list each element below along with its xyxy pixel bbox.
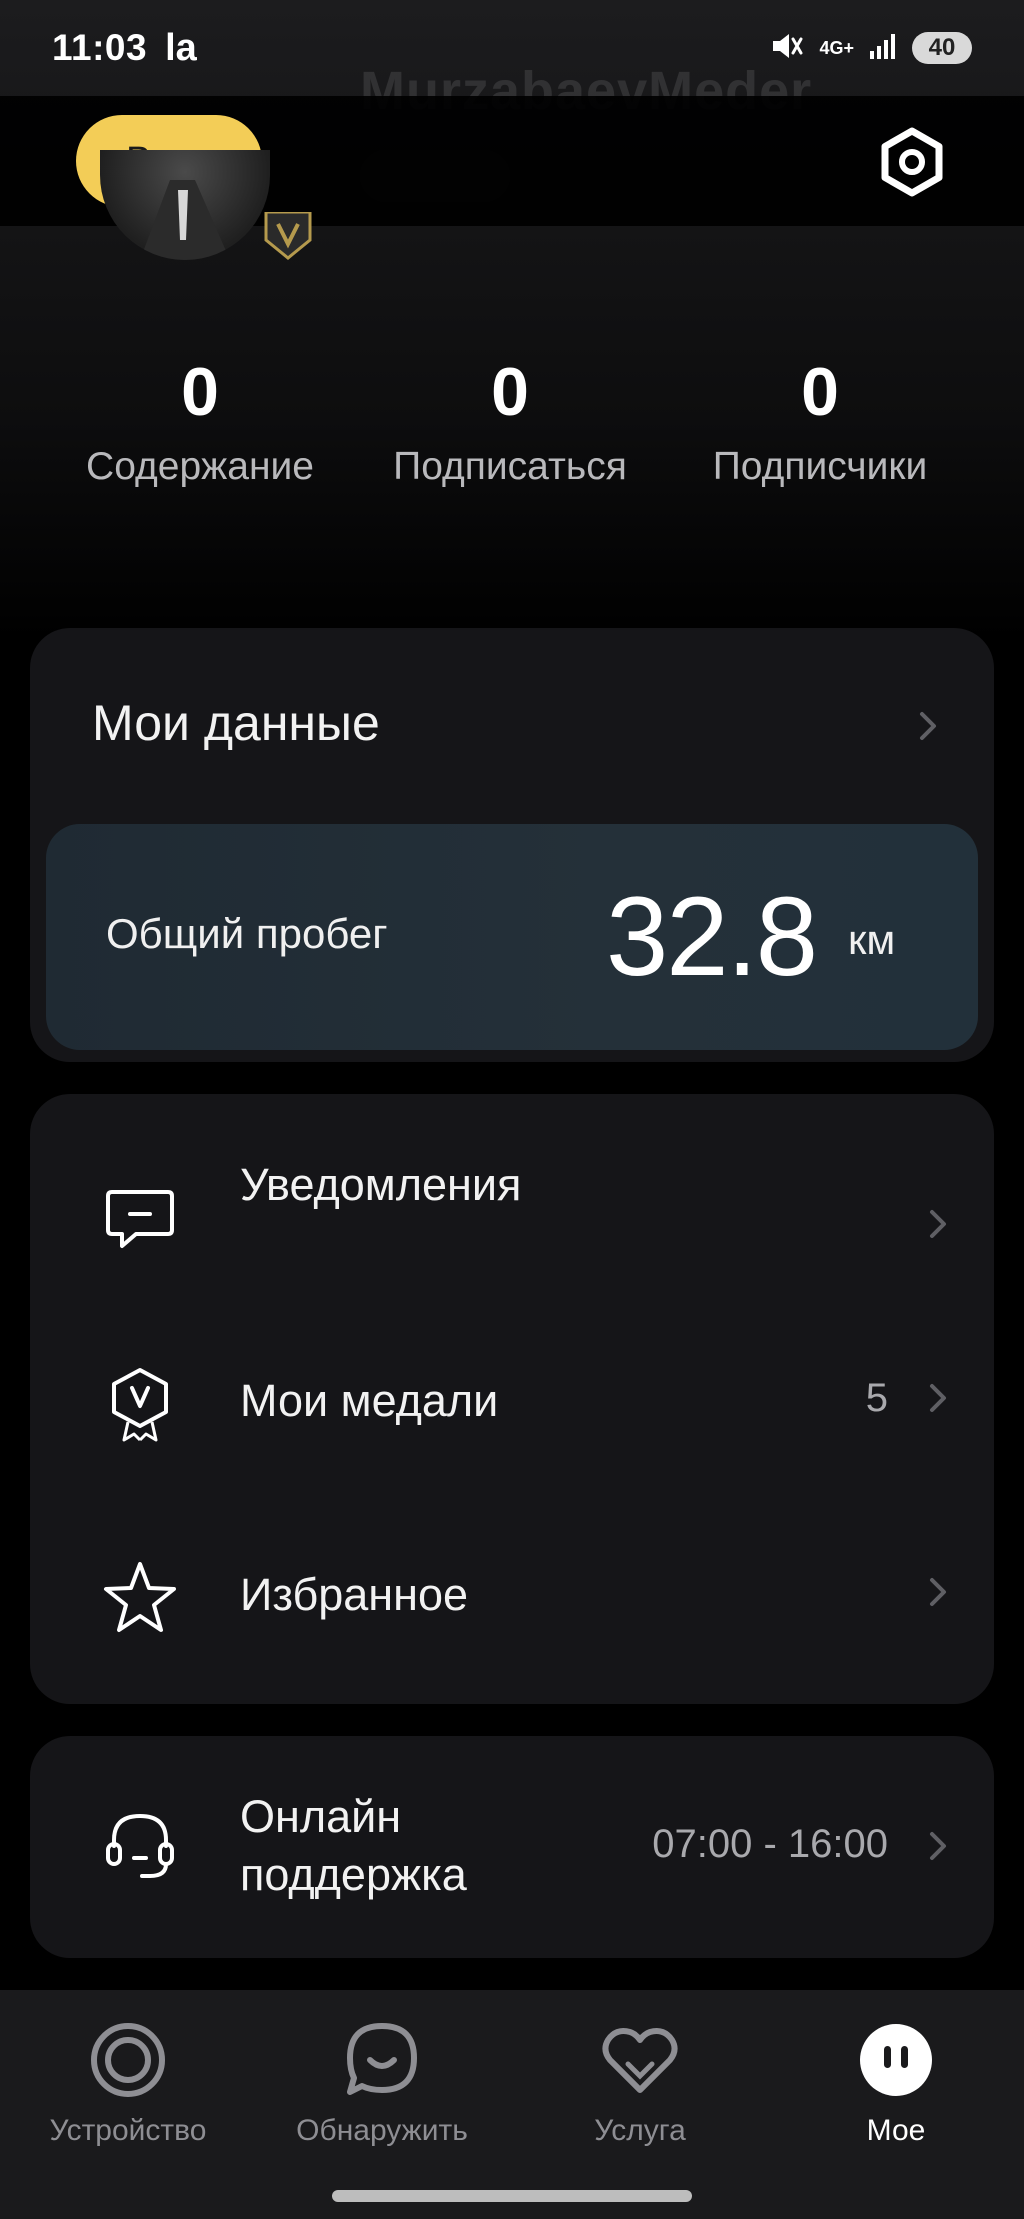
headset-icon — [106, 1813, 174, 1878]
stat-followers[interactable]: 0 Подписчики — [680, 352, 960, 492]
my-data-title: Мои данные — [92, 695, 380, 751]
medals-label: Мои медали — [240, 1375, 499, 1426]
service-heart-icon — [602, 2028, 678, 2093]
network-type: 4G+ — [819, 38, 854, 58]
medal-icon — [112, 1368, 168, 1442]
nav-tab-service[interactable]: Услуга — [530, 2020, 750, 2148]
mileage-unit: км — [848, 916, 896, 963]
bottom-navigation: Устройство Обнаружить Услуга Мое — [0, 1990, 1024, 2219]
home-indicator[interactable] — [332, 2190, 692, 2202]
settings-hexagon-icon — [881, 127, 943, 197]
menu-item-medals[interactable]: Мои медали 5 — [30, 1314, 994, 1494]
status-bar: 11:03 la 4G+ 40 — [0, 0, 1024, 96]
profile-screen: MurzabaevMeder 11:03 la 4G+ 40 0 Содержа… — [0, 0, 1024, 2219]
menu-card: Уведомления Мои медали 5 Избранное — [30, 1094, 994, 1704]
mileage-value: 32.8 — [606, 874, 818, 999]
nav-label: Обнаружить — [296, 2114, 468, 2147]
support-label: Онлайн поддержка — [240, 1791, 467, 1900]
status-time: 11:03 — [52, 27, 148, 68]
stat-label: Подписчики — [712, 445, 928, 488]
stat-label: Подписаться — [393, 445, 627, 488]
star-icon — [104, 1562, 176, 1632]
settings-button[interactable] — [872, 122, 952, 202]
stat-following[interactable]: 0 Подписаться — [370, 352, 650, 492]
total-mileage-panel[interactable]: Общий пробег 32.8 км — [46, 824, 978, 1050]
favorites-label: Избранное — [240, 1569, 469, 1620]
nav-tab-device[interactable]: Устройство — [18, 2020, 238, 2148]
discover-chat-icon — [347, 2023, 417, 2095]
stat-content[interactable]: 0 Содержание — [60, 352, 340, 492]
stat-value: 0 — [181, 354, 219, 430]
profile-face-icon — [860, 2024, 932, 2096]
nav-label: Мое — [866, 2114, 926, 2147]
verified-badge-icon — [258, 210, 318, 262]
stat-value: 0 — [491, 354, 529, 430]
nav-tab-discover[interactable]: Обнаружить — [272, 2020, 492, 2148]
nav-label: Услуга — [594, 2114, 686, 2147]
chevron-right-icon — [930, 1832, 946, 1860]
device-ring-icon — [91, 2023, 165, 2097]
mileage-label: Общий пробег — [106, 910, 388, 957]
chevron-right-icon — [920, 712, 936, 740]
battery-indicator: 40 — [912, 32, 972, 64]
menu-item-notifications[interactable]: Уведомления — [30, 1134, 994, 1314]
nav-tab-mine[interactable]: Мое — [786, 2020, 1006, 2148]
online-support-card[interactable]: Онлайн поддержка 07:00 - 16:00 — [30, 1736, 994, 1958]
chevron-right-icon — [930, 1384, 946, 1412]
avatar[interactable] — [100, 150, 270, 260]
mute-icon — [767, 27, 805, 70]
chevron-right-icon — [930, 1210, 946, 1238]
menu-item-favorites[interactable]: Избранное — [30, 1508, 994, 1688]
my-data-card[interactable]: Мои данные Общий пробег 32.8 км — [30, 628, 994, 1062]
chevron-right-icon — [930, 1578, 946, 1606]
signal-icon — [868, 31, 898, 66]
support-hours: 07:00 - 16:00 — [652, 1822, 888, 1866]
profile-stats: 0 Содержание 0 Подписаться 0 Подписчики — [60, 352, 960, 492]
notifications-label: Уведомления — [240, 1159, 522, 1210]
stat-value: 0 — [801, 354, 839, 430]
medals-count: 5 — [865, 1376, 888, 1420]
app-notification-icon: la — [165, 26, 197, 69]
nav-label: Устройство — [49, 2114, 207, 2147]
message-icon — [106, 1190, 174, 1248]
stat-label: Содержание — [86, 445, 314, 488]
